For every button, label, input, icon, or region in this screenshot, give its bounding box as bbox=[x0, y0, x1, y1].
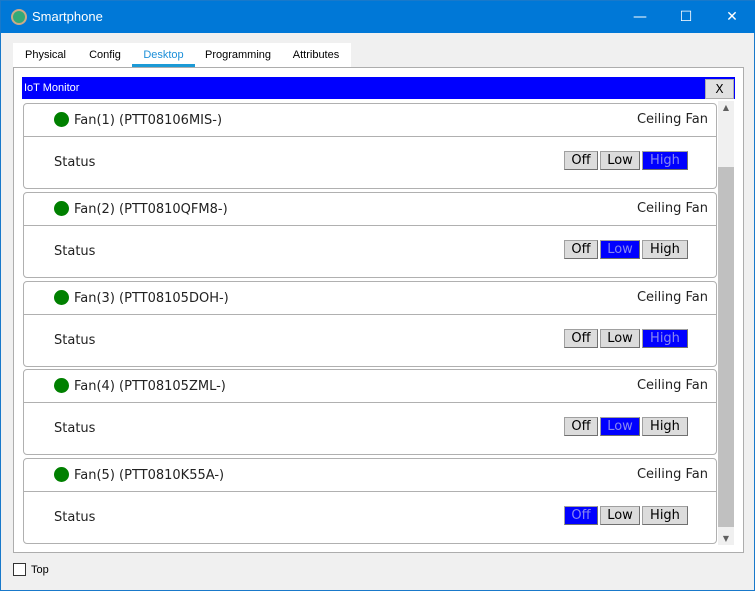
app-icon bbox=[11, 9, 27, 25]
scroll-down-icon[interactable]: ▼ bbox=[718, 534, 734, 543]
device-card: Fan(1) (PTT08106MIS-) Ceiling Fan Status… bbox=[23, 103, 717, 189]
device-name: Fan(5) (PTT0810K55A-) bbox=[74, 468, 225, 483]
fan-low-button[interactable]: Low bbox=[600, 506, 640, 525]
tab-bar: Physical Config Desktop Programming Attr… bbox=[13, 43, 351, 67]
device-name: Fan(4) (PTT08105ZML-) bbox=[74, 379, 226, 394]
device-card-header[interactable]: Fan(4) (PTT08105ZML-) Ceiling Fan bbox=[24, 370, 716, 403]
fan-speed-buttons: Off Low High bbox=[564, 506, 688, 525]
status-dot-icon bbox=[54, 201, 69, 216]
status-label: Status bbox=[54, 421, 96, 436]
tab-desktop[interactable]: Desktop bbox=[132, 43, 195, 67]
fan-off-button[interactable]: Off bbox=[564, 240, 598, 259]
fan-speed-buttons: Off Low High bbox=[564, 151, 688, 170]
fan-low-button[interactable]: Low bbox=[600, 329, 640, 348]
fan-low-button[interactable]: Low bbox=[600, 151, 640, 170]
scrollbar-thumb[interactable] bbox=[718, 167, 734, 527]
tab-physical[interactable]: Physical bbox=[13, 43, 78, 67]
fan-off-button[interactable]: Off bbox=[564, 417, 598, 436]
device-type: Ceiling Fan bbox=[636, 290, 708, 305]
status-label: Status bbox=[54, 155, 96, 170]
status-dot-icon bbox=[54, 112, 69, 127]
device-card-header[interactable]: Fan(3) (PTT08105DOH-) Ceiling Fan bbox=[24, 282, 716, 315]
device-card: Fan(4) (PTT08105ZML-) Ceiling Fan Status… bbox=[23, 369, 717, 455]
scrollbar[interactable]: ▲ ▼ bbox=[718, 101, 734, 545]
minimize-button[interactable]: — bbox=[617, 1, 663, 33]
device-card: Fan(3) (PTT08105DOH-) Ceiling Fan Status… bbox=[23, 281, 717, 367]
device-name: Fan(3) (PTT08105DOH-) bbox=[74, 291, 229, 306]
tab-config[interactable]: Config bbox=[78, 43, 132, 67]
top-checkbox[interactable] bbox=[13, 563, 26, 576]
fan-high-button[interactable]: High bbox=[642, 240, 688, 259]
fan-off-button[interactable]: Off bbox=[564, 506, 598, 525]
fan-speed-buttons: Off Low High bbox=[564, 417, 688, 436]
device-card-header[interactable]: Fan(2) (PTT0810QFM8-) Ceiling Fan bbox=[24, 193, 716, 226]
fan-off-button[interactable]: Off bbox=[564, 151, 598, 170]
device-type: Ceiling Fan bbox=[636, 112, 708, 127]
status-label: Status bbox=[54, 333, 96, 348]
fan-speed-buttons: Off Low High bbox=[564, 240, 688, 259]
status-dot-icon bbox=[54, 290, 69, 305]
maximize-button[interactable]: ☐ bbox=[663, 1, 709, 33]
title-bar: Smartphone — ☐ ✕ bbox=[1, 1, 755, 33]
status-dot-icon bbox=[54, 378, 69, 393]
device-name: Fan(1) (PTT08106MIS-) bbox=[74, 113, 223, 128]
fan-low-button[interactable]: Low bbox=[600, 417, 640, 436]
device-type: Ceiling Fan bbox=[636, 378, 708, 393]
status-label: Status bbox=[54, 510, 96, 525]
device-type: Ceiling Fan bbox=[636, 201, 708, 216]
fan-speed-buttons: Off Low High bbox=[564, 329, 688, 348]
device-name: Fan(2) (PTT0810QFM8-) bbox=[74, 202, 228, 217]
fan-high-button[interactable]: High bbox=[642, 506, 688, 525]
status-label: Status bbox=[54, 244, 96, 259]
device-card-header[interactable]: Fan(1) (PTT08106MIS-) Ceiling Fan bbox=[24, 104, 716, 137]
fan-high-button[interactable]: High bbox=[642, 329, 688, 348]
status-dot-icon bbox=[54, 467, 69, 482]
device-card: Fan(5) (PTT0810K55A-) Ceiling Fan Status… bbox=[23, 458, 717, 544]
window-title: Smartphone bbox=[32, 9, 103, 24]
fan-high-button[interactable]: High bbox=[642, 151, 688, 170]
top-label: Top bbox=[31, 564, 49, 576]
scroll-up-icon[interactable]: ▲ bbox=[718, 103, 734, 112]
tab-attributes[interactable]: Attributes bbox=[281, 43, 351, 67]
device-card: Fan(2) (PTT0810QFM8-) Ceiling Fan Status… bbox=[23, 192, 717, 278]
fan-high-button[interactable]: High bbox=[642, 417, 688, 436]
iot-monitor-header: IoT Monitor bbox=[22, 77, 735, 99]
device-card-header[interactable]: Fan(5) (PTT0810K55A-) Ceiling Fan bbox=[24, 459, 716, 492]
fan-low-button[interactable]: Low bbox=[600, 240, 640, 259]
device-type: Ceiling Fan bbox=[636, 467, 708, 482]
iot-close-button[interactable]: X bbox=[705, 79, 734, 99]
tab-programming[interactable]: Programming bbox=[195, 43, 281, 67]
fan-off-button[interactable]: Off bbox=[564, 329, 598, 348]
close-button[interactable]: ✕ bbox=[709, 1, 755, 33]
